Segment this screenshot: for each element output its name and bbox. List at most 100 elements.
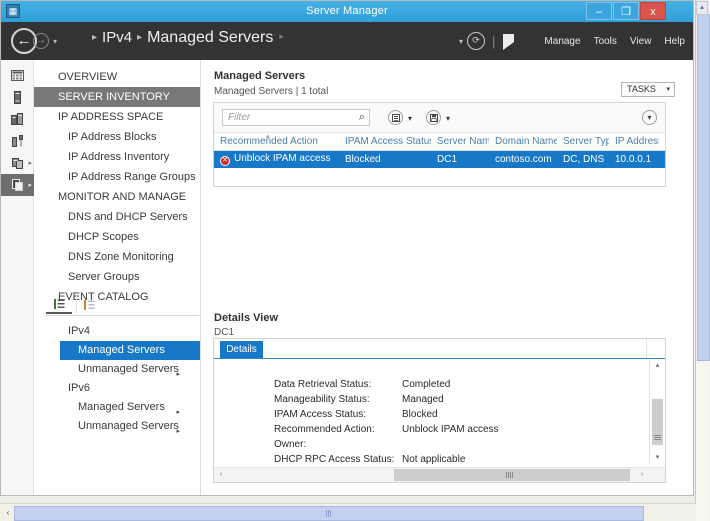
details-view-subtitle: DC1 [214, 327, 235, 338]
scroll-down-button[interactable]: ▾ [650, 451, 665, 464]
tree-view-tabs [46, 296, 199, 316]
menu-tools[interactable]: Tools [594, 36, 617, 47]
breadcrumb-item-managed-servers[interactable]: Managed Servers [147, 29, 273, 46]
navigation-bar: ← → ▾ ▸ IPv4 ▸ Managed Servers ▸ ▾ ⟳ | Manag… [1, 22, 693, 60]
desktop-background: ▦ Server Manager – ❐ x ← → ▾ ▸ IPv4 ▸ Manag… [0, 0, 710, 521]
scroll-left-button[interactable]: ‹ [2, 506, 14, 519]
tree-item-ipv4-managed-servers[interactable]: Managed Servers ▸ [60, 341, 206, 360]
filter-criteria-button[interactable] [388, 110, 403, 125]
chevron-down-icon[interactable]: ▾ [53, 37, 57, 46]
chevron-down-icon[interactable]: ▾ [446, 114, 450, 123]
server-tree: IPv4 Managed Servers ▸ Unmanaged Servers… [34, 322, 206, 436]
maximize-button[interactable]: ❐ [613, 2, 639, 20]
table-row[interactable]: ✕ Unblock IPAM access Blocked DC1 contoso… [214, 150, 665, 168]
detail-row: Recommended Action: Unblock IPAM access [214, 422, 648, 437]
notifications-caret-icon[interactable]: ▾ [459, 37, 463, 46]
rail-item-ipam-group[interactable]: ▸ [1, 152, 34, 174]
main-content: Managed Servers Managed Servers | 1 tota… [201, 60, 693, 495]
tree-item-ipv6-managed-servers[interactable]: Managed Servers ▸ [34, 398, 200, 417]
tree-item-ipv6[interactable]: IPv6 [34, 379, 200, 398]
column-header-server-name[interactable]: Server Name [431, 132, 489, 151]
tree-view-tab[interactable] [76, 296, 102, 314]
scroll-track[interactable] [696, 362, 709, 521]
search-icon[interactable]: ⌕ [359, 111, 365, 124]
list-view-tab[interactable] [46, 296, 72, 314]
tree-item-ipv4-unmanaged-servers[interactable]: Unmanaged Servers ▸ [34, 360, 200, 379]
tree-item-label: Unmanaged Servers [78, 363, 179, 375]
dashboard-icon [11, 69, 24, 81]
nav-item-monitor-and-manage[interactable]: MONITOR AND MANAGE [34, 187, 200, 207]
grid-expander-button[interactable]: ▾ [642, 110, 657, 125]
rail-item-all-servers[interactable] [1, 108, 34, 130]
save-query-button[interactable] [426, 110, 441, 125]
tree-item-ipv4[interactable]: IPv4 [34, 322, 200, 341]
column-header-ip-address[interactable]: IP Address [609, 132, 659, 151]
breadcrumb-item-ipv4[interactable]: IPv4 [102, 29, 132, 46]
tab-details[interactable]: Details [220, 341, 263, 358]
column-header-recommended-action[interactable]: ▴ Recommended Action [214, 132, 339, 151]
scroll-up-button[interactable]: ▴ [650, 359, 665, 372]
menu-help[interactable]: Help [664, 36, 685, 47]
detail-value: Not applicable [402, 454, 466, 464]
breadcrumb-separator-trailing: ▸ [279, 31, 284, 41]
host-horizontal-scrollbar[interactable]: ‹ [0, 503, 696, 521]
nav-item-ip-address-range-groups[interactable]: IP Address Range Groups [34, 167, 200, 187]
rail-item-file-storage[interactable] [1, 130, 34, 152]
server-manager-window: ▦ Server Manager – ❐ x ← → ▾ ▸ IPv4 ▸ Manag… [0, 0, 694, 496]
column-header-ipam-access-status[interactable]: IPAM Access Status [339, 132, 431, 151]
detail-row: DHCP RPC Access Status: Not applicable [214, 452, 648, 464]
rail-item-local-server[interactable] [1, 86, 34, 108]
column-header-server-type[interactable]: Server Type [557, 132, 609, 151]
error-icon: ✕ [220, 156, 230, 166]
rail-item-ipam[interactable]: ▸ [1, 174, 34, 196]
page-subtitle: Managed Servers | 1 total [214, 86, 329, 97]
nav-item-overview[interactable]: OVERVIEW [34, 67, 200, 87]
menu-manage[interactable]: Manage [544, 36, 580, 47]
chevron-right-icon[interactable]: ▸ [28, 181, 32, 189]
nav-item-dhcp-scopes[interactable]: DHCP Scopes [34, 227, 200, 247]
flag-icon[interactable] [503, 33, 515, 50]
scroll-left-button[interactable]: ‹ [214, 468, 228, 482]
tree-item-label: Unmanaged Servers [78, 420, 179, 432]
detail-value: Managed [402, 394, 444, 405]
chevron-right-icon[interactable]: ▸ [176, 422, 180, 441]
file-storage-icon [11, 135, 23, 147]
host-scroll-nub[interactable]: ▴ [696, 1, 708, 15]
details-vertical-scrollbar[interactable]: ▴ ▾ [649, 359, 665, 464]
nav-item-server-inventory[interactable]: SERVER INVENTORY [34, 87, 200, 107]
scroll-thumb[interactable] [697, 14, 710, 361]
nav-item-server-groups[interactable]: Server Groups [34, 267, 200, 287]
details-horizontal-scrollbar[interactable]: ‹ › [214, 467, 665, 482]
tree-item-ipv6-unmanaged-servers[interactable]: Unmanaged Servers ▸ [34, 417, 200, 436]
refresh-icon[interactable]: ⟳ [467, 32, 486, 50]
column-header-domain-name[interactable]: Domain Name [489, 132, 557, 151]
scroll-right-button[interactable]: › [635, 468, 649, 482]
nav-item-ip-address-space[interactable]: IP ADDRESS SPACE [34, 107, 200, 127]
breadcrumb: ▸ IPv4 ▸ Managed Servers ▸ [87, 29, 284, 47]
managed-servers-grid-panel: Filter ⌕ ▾ ▾ ▾ ▴ Recommended Action IPAM… [213, 102, 666, 187]
chevron-down-icon[interactable]: ▾ [408, 114, 412, 123]
nav-item-ip-address-inventory[interactable]: IP Address Inventory [34, 147, 200, 167]
tree-item-label: Managed Servers [78, 401, 165, 413]
detail-row: IPAM Access Status: Blocked [214, 407, 648, 422]
detail-row: Manageability Status: Managed [214, 392, 648, 407]
nav-item-dns-zone-monitoring[interactable]: DNS Zone Monitoring [34, 247, 200, 267]
nav-item-ip-address-blocks[interactable]: IP Address Blocks [34, 127, 200, 147]
cell-recommended-action: ✕ Unblock IPAM access [214, 150, 339, 168]
nav-item-dns-and-dhcp-servers[interactable]: DNS and DHCP Servers [34, 207, 200, 227]
host-vertical-scrollbar[interactable]: ▴ [695, 0, 710, 521]
filter-input[interactable]: Filter ⌕ [222, 109, 370, 126]
navbar-right-cluster: ▾ ⟳ | Manage Tools View Help [459, 22, 685, 60]
table-header-row: ▴ Recommended Action IPAM Access Status … [214, 132, 665, 151]
column-header-spacer [659, 132, 665, 151]
cell-server-type: DC, DNS [557, 150, 609, 168]
rail-item-dashboard[interactable] [1, 64, 34, 86]
menu-view[interactable]: View [630, 36, 652, 47]
scroll-thumb[interactable] [14, 506, 644, 521]
chevron-right-icon[interactable]: ▸ [28, 159, 32, 167]
divider: | [492, 33, 496, 49]
forward-button[interactable]: → [33, 33, 49, 49]
close-button[interactable]: x [640, 2, 666, 20]
minimize-button[interactable]: – [586, 2, 612, 20]
tasks-button[interactable]: TASKS ▾ [621, 82, 675, 97]
